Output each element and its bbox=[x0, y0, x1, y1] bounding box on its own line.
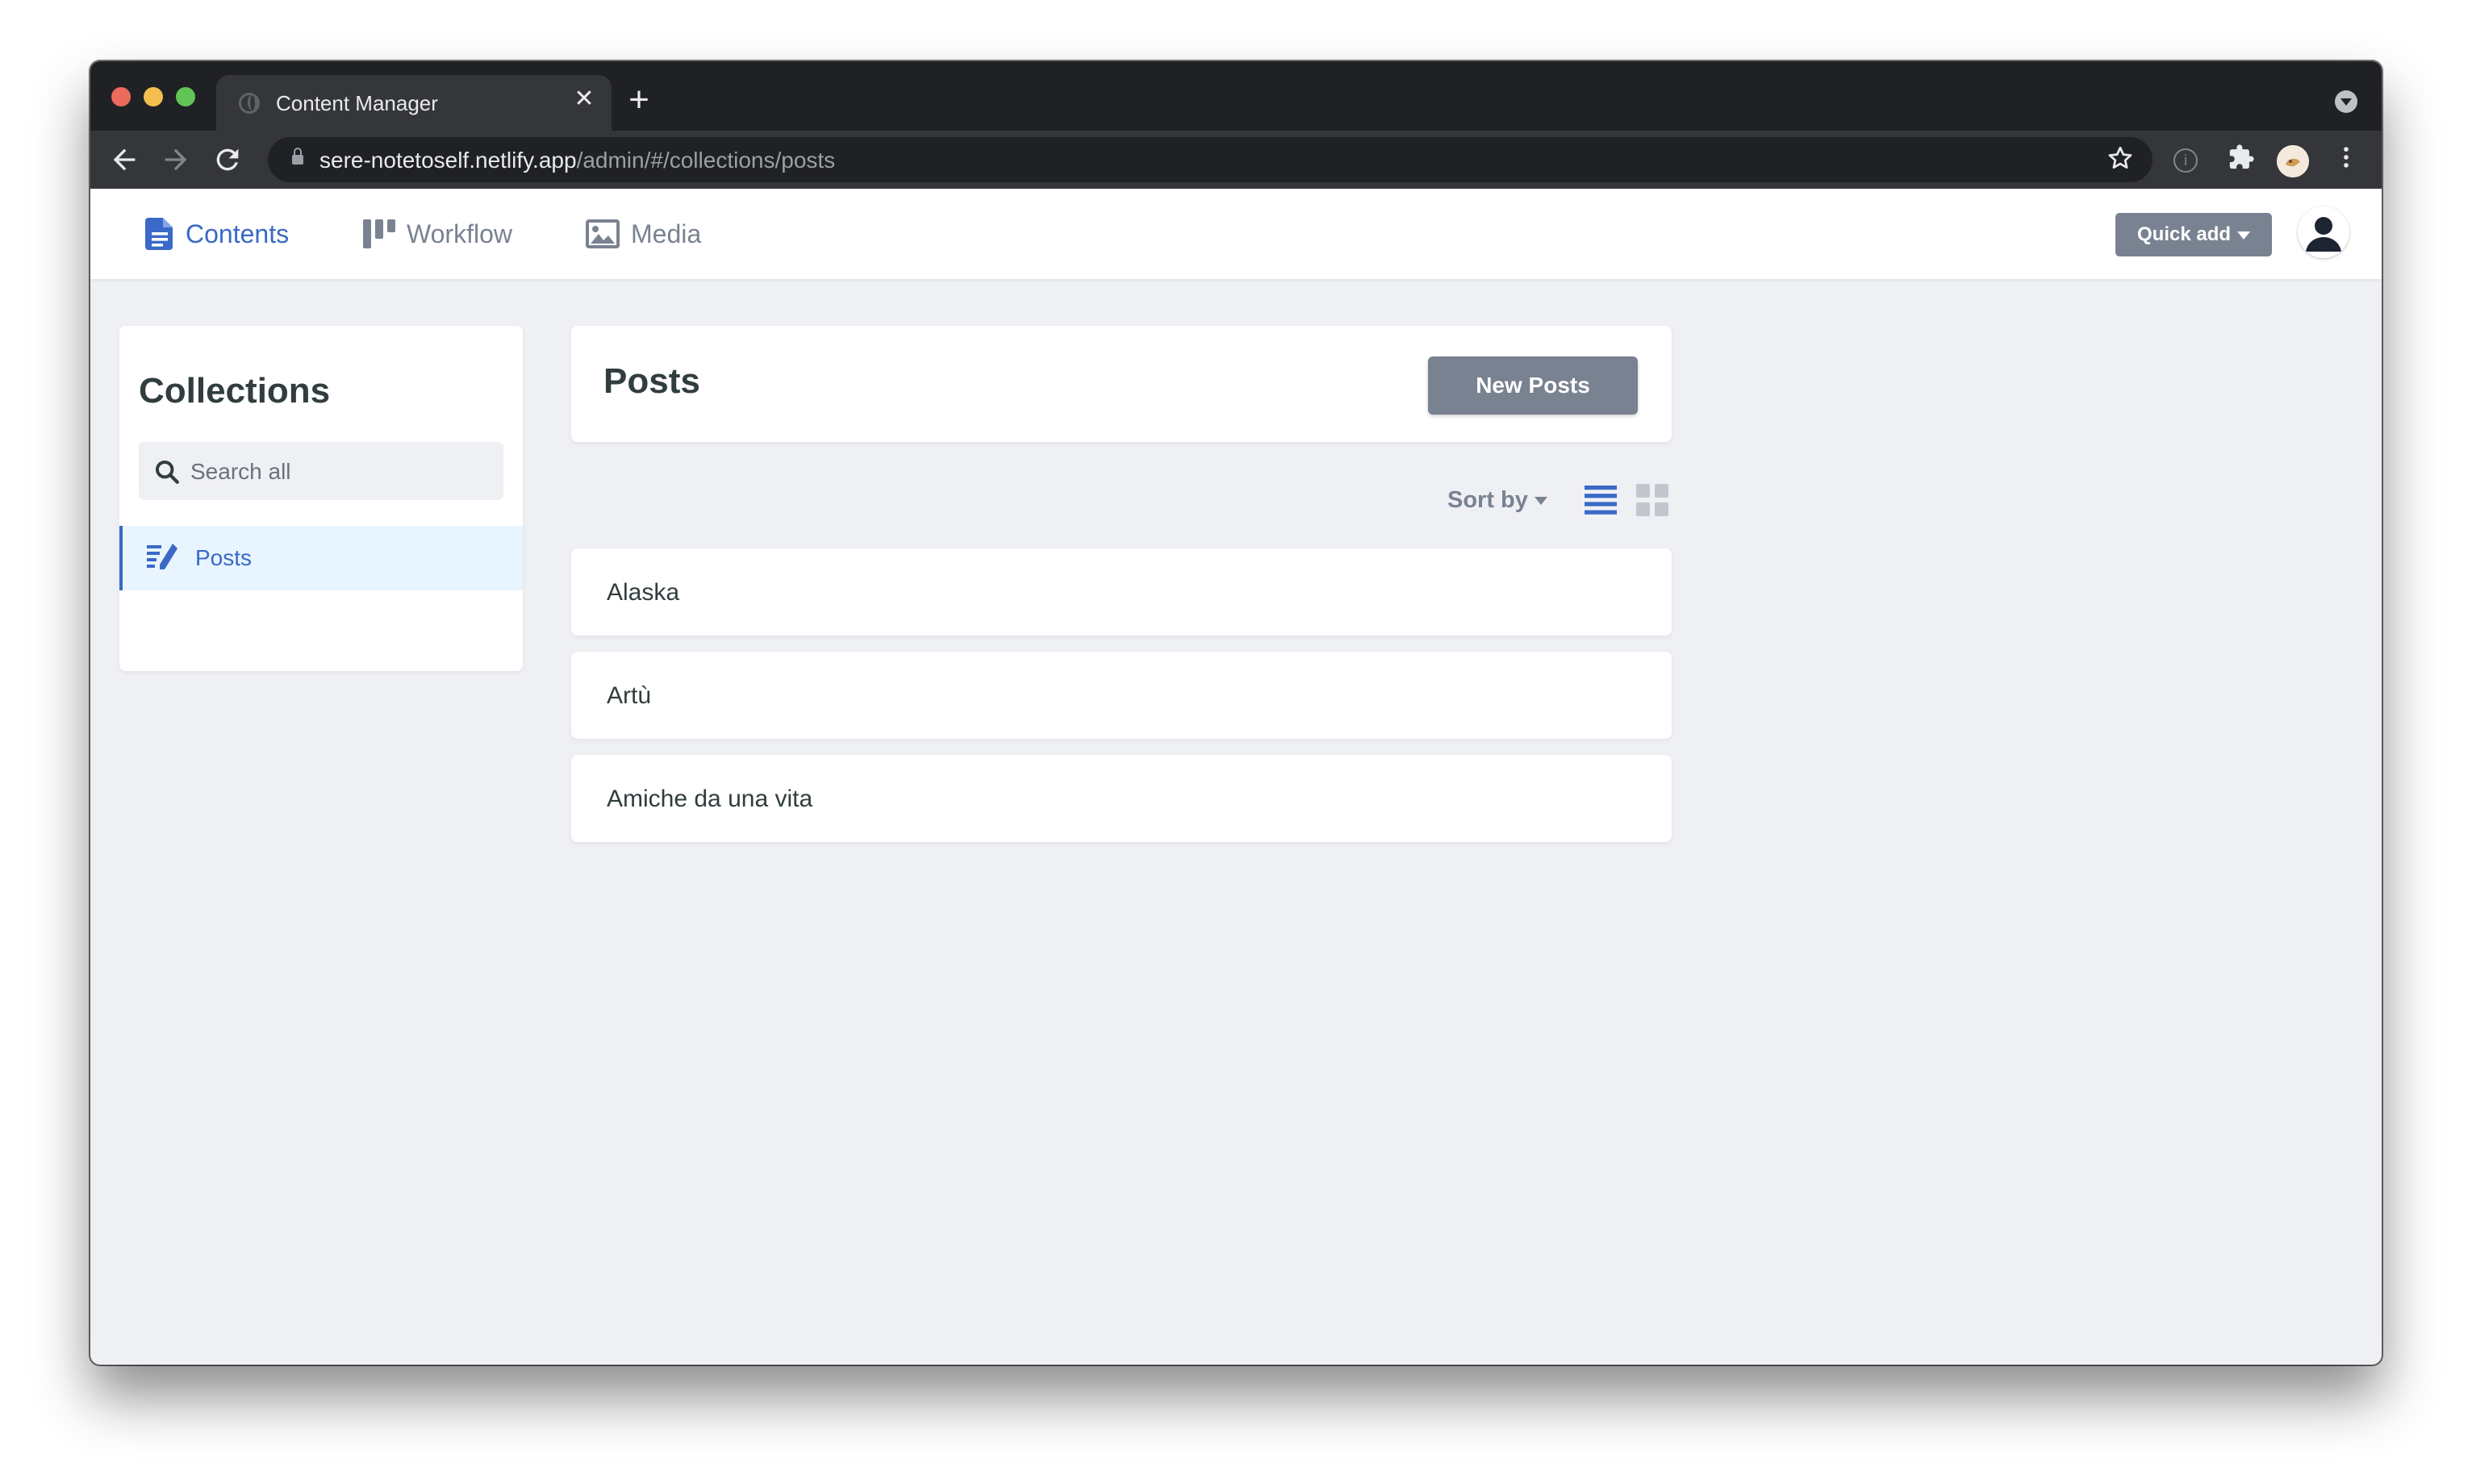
close-window-button[interactable] bbox=[111, 87, 131, 106]
caret-down-icon bbox=[2237, 231, 2251, 240]
entry-title: Amiche da una vita bbox=[607, 786, 813, 812]
browser-tab[interactable]: Content Manager ✕ bbox=[216, 75, 612, 131]
reload-icon[interactable] bbox=[211, 144, 244, 176]
sidebar-item-label: Posts bbox=[195, 545, 253, 570]
edit-list-icon bbox=[147, 544, 179, 575]
sidebar-item-posts[interactable]: Posts bbox=[119, 526, 523, 590]
lock-icon bbox=[292, 148, 303, 165]
extensions-puzzle-icon[interactable] bbox=[2225, 144, 2257, 176]
minimize-window-button[interactable] bbox=[144, 87, 163, 106]
browser-toolbar: sere-notetoself.netlify.app/admin/#/coll… bbox=[90, 131, 2382, 189]
user-avatar[interactable] bbox=[2298, 206, 2349, 258]
image-icon bbox=[586, 219, 620, 248]
nav-workflow-label: Workflow bbox=[407, 219, 512, 248]
list-item[interactable]: Artù bbox=[571, 652, 1672, 739]
new-tab-button[interactable]: + bbox=[623, 82, 655, 118]
new-posts-button[interactable]: New Posts bbox=[1428, 356, 1638, 415]
url-path: /admin/#/collections/posts bbox=[576, 148, 836, 173]
quick-add-label: Quick add bbox=[2136, 223, 2232, 245]
info-extension-icon[interactable]: i bbox=[2173, 148, 2198, 173]
forward-icon[interactable] bbox=[160, 144, 192, 176]
globe-icon bbox=[239, 93, 260, 114]
kebab-menu-icon[interactable] bbox=[2330, 144, 2362, 176]
nav-workflow[interactable]: Workflow bbox=[363, 189, 512, 279]
entry-title: Artù bbox=[607, 682, 652, 709]
bookmark-star-icon[interactable] bbox=[2106, 144, 2135, 179]
tab-search-icon[interactable] bbox=[2335, 90, 2357, 113]
nav-media[interactable]: Media bbox=[586, 189, 701, 279]
grid-view-icon[interactable] bbox=[1636, 484, 1668, 520]
tab-close-icon[interactable]: ✕ bbox=[571, 86, 597, 112]
page-title: Posts bbox=[603, 361, 700, 401]
quick-add-button[interactable]: Quick add bbox=[2115, 213, 2272, 256]
list-item[interactable]: Alaska bbox=[571, 548, 1672, 636]
nav-contents[interactable]: Contents bbox=[145, 189, 289, 279]
profile-avatar-icon[interactable] bbox=[2277, 145, 2309, 177]
address-bar[interactable]: sere-notetoself.netlify.app/admin/#/coll… bbox=[268, 137, 2153, 182]
maximize-window-button[interactable] bbox=[176, 87, 195, 106]
list-view-icon[interactable] bbox=[1585, 484, 1617, 520]
search-icon bbox=[153, 458, 181, 490]
url-text: sere-notetoself.netlify.app/admin/#/coll… bbox=[319, 148, 835, 173]
collection-header: Posts New Posts bbox=[571, 326, 1672, 442]
tab-title: Content Manager bbox=[276, 91, 438, 115]
url-host: sere-notetoself.netlify.app bbox=[319, 148, 577, 173]
browser-titlebar: Content Manager ✕ + bbox=[90, 61, 2382, 131]
search-input[interactable] bbox=[189, 442, 499, 502]
caret-down-icon bbox=[1534, 497, 1547, 506]
nav-contents-label: Contents bbox=[186, 219, 290, 248]
list-item[interactable]: Amiche da una vita bbox=[571, 755, 1672, 842]
app-header: Contents Workflow Media Quick add bbox=[90, 189, 2382, 279]
workflow-board-icon bbox=[363, 219, 395, 248]
nav-media-label: Media bbox=[631, 219, 702, 248]
sort-by-dropdown[interactable]: Sort by bbox=[1447, 487, 1547, 514]
document-icon bbox=[145, 218, 174, 250]
sort-by-label: Sort by bbox=[1447, 487, 1528, 513]
search-box[interactable] bbox=[139, 442, 503, 502]
back-icon[interactable] bbox=[108, 144, 140, 176]
sidebar-title: Collections bbox=[139, 371, 331, 411]
browser-window: Content Manager ✕ + sere-notetoself.netl… bbox=[90, 61, 2382, 1365]
entry-title: Alaska bbox=[607, 579, 680, 606]
collections-sidebar: Collections Posts bbox=[119, 326, 523, 671]
